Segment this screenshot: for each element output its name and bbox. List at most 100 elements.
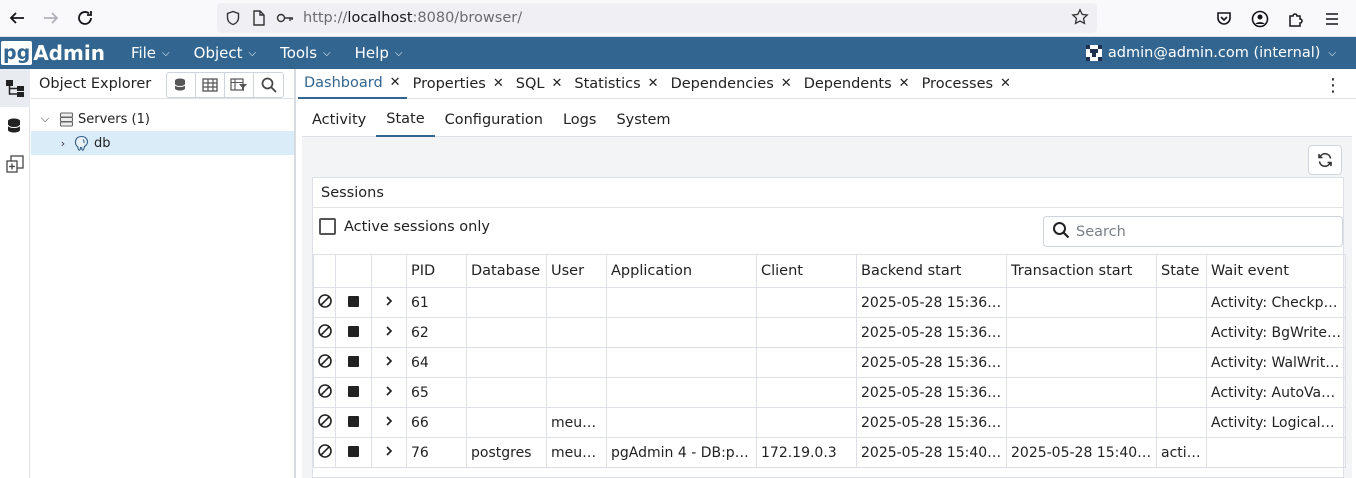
- col-client[interactable]: Client: [756, 254, 857, 288]
- terminate-session-button[interactable]: [313, 287, 336, 318]
- pocket-button[interactable]: [1206, 2, 1242, 36]
- table-row: 62 2025-05-28 15:36:11... Activity: BgWrit…: [313, 317, 1346, 348]
- menu-object-label: Object: [193, 44, 243, 62]
- terminate-session-button[interactable]: [313, 407, 336, 438]
- tab-properties[interactable]: Properties ✕: [407, 69, 510, 99]
- tab-dependencies[interactable]: Dependencies ✕: [665, 69, 798, 99]
- menu-file[interactable]: File ⌵: [119, 37, 182, 69]
- cell-user: [546, 287, 607, 318]
- account-button[interactable]: [1242, 2, 1278, 36]
- tree-icon: [6, 80, 24, 97]
- tab-processes[interactable]: Processes ✕: [916, 69, 1017, 99]
- search-objects-button[interactable]: [254, 73, 283, 97]
- user-email: admin@admin.com (internal): [1107, 45, 1321, 61]
- close-icon[interactable]: ✕: [781, 76, 792, 91]
- col-database[interactable]: Database: [466, 254, 547, 288]
- chevron-down-icon: ⌵: [323, 47, 331, 59]
- refresh-button[interactable]: [1308, 145, 1342, 175]
- expand-row-button[interactable]: [371, 437, 407, 468]
- col-pid[interactable]: PID: [406, 254, 467, 288]
- shield-icon[interactable]: [223, 8, 243, 28]
- close-icon[interactable]: ✕: [899, 76, 910, 91]
- chevron-right-icon[interactable]: ›: [55, 137, 71, 150]
- active-sessions-checkbox[interactable]: [319, 218, 336, 235]
- user-menu[interactable]: admin@admin.com (internal) ⌵: [1085, 37, 1336, 69]
- search-icon: [1052, 221, 1070, 243]
- extensions-button[interactable]: [1278, 2, 1314, 36]
- workspace-database[interactable]: [0, 107, 30, 145]
- tab-dashboard[interactable]: Dashboard ✕: [298, 69, 407, 99]
- close-icon[interactable]: ✕: [390, 75, 401, 90]
- col-backend-start[interactable]: Backend start: [856, 254, 1007, 288]
- sessions-search[interactable]: [1043, 216, 1343, 247]
- chevron-right-icon: [386, 295, 393, 306]
- expand-row-button[interactable]: [371, 287, 407, 318]
- chevron-down-icon: ⌵: [394, 47, 403, 59]
- chevron-down-icon[interactable]: ⌵: [37, 112, 53, 126]
- expand-row-button[interactable]: [371, 377, 407, 408]
- refresh-icon: [1318, 152, 1332, 168]
- cancel-query-button[interactable]: [335, 377, 372, 408]
- close-icon[interactable]: ✕: [493, 76, 504, 91]
- expand-row-button[interactable]: [371, 317, 407, 348]
- cancel-query-button[interactable]: [335, 287, 372, 318]
- close-icon[interactable]: ✕: [1000, 76, 1011, 91]
- query-tool-button[interactable]: [167, 73, 196, 97]
- address-bar[interactable]: http://localhost:8080/browser/: [217, 3, 1097, 33]
- cancel-query-button[interactable]: [335, 437, 372, 468]
- subtab-logs[interactable]: Logs: [553, 103, 606, 137]
- tab-statistics[interactable]: Statistics ✕: [568, 69, 664, 99]
- cancel-query-button[interactable]: [335, 347, 372, 378]
- subtab-state[interactable]: State: [376, 103, 435, 137]
- tree-item-servers-label: Servers (1): [78, 111, 150, 127]
- col-state[interactable]: State: [1156, 254, 1207, 288]
- cell-application: [606, 377, 757, 408]
- more-options-icon[interactable]: ⋮: [1324, 75, 1342, 96]
- tree-item-db[interactable]: › db: [31, 131, 294, 155]
- subtab-configuration[interactable]: Configuration: [435, 103, 553, 137]
- terminate-session-button[interactable]: [313, 347, 336, 378]
- cell-wait-event: Activity: Checkpoint...: [1206, 287, 1346, 318]
- page-icon[interactable]: [249, 8, 269, 28]
- terminate-session-button[interactable]: [313, 377, 336, 408]
- forward-button[interactable]: [34, 1, 68, 35]
- cancel-query-button[interactable]: [335, 407, 372, 438]
- menu-help[interactable]: Help ⌵: [343, 37, 415, 69]
- cell-backend-start: 2025-05-28 15:40:34...: [856, 437, 1007, 468]
- view-data-button[interactable]: [196, 73, 225, 97]
- close-icon[interactable]: ✕: [551, 76, 562, 91]
- sessions-table-body: 61 2025-05-28 15:36:11... Activity: Checkp…: [313, 287, 1346, 468]
- terminate-session-button[interactable]: [313, 437, 336, 468]
- menu-button[interactable]: [1314, 2, 1350, 36]
- key-icon[interactable]: [275, 8, 295, 28]
- cell-application: pgAdmin 4 - DB:post...: [606, 437, 757, 468]
- subtab-activity[interactable]: Activity: [302, 103, 376, 137]
- workspace-query-tool[interactable]: [0, 145, 30, 183]
- tree-item-servers[interactable]: ⌵ Servers (1): [31, 107, 294, 131]
- bookmark-star-icon[interactable]: [1071, 8, 1089, 30]
- back-button[interactable]: [0, 1, 34, 35]
- reload-button[interactable]: [68, 1, 102, 35]
- col-application[interactable]: Application: [606, 254, 757, 288]
- col-wait-event[interactable]: Wait event: [1206, 254, 1346, 288]
- cell-state: [1156, 287, 1207, 318]
- col-user[interactable]: User: [546, 254, 607, 288]
- active-sessions-toggle[interactable]: Active sessions only: [319, 218, 490, 235]
- tab-dependents[interactable]: Dependents ✕: [798, 69, 916, 99]
- cell-backend-start: 2025-05-28 15:36:11...: [856, 317, 1007, 348]
- expand-row-button[interactable]: [371, 347, 407, 378]
- menu-object[interactable]: Object ⌵: [182, 37, 268, 69]
- sessions-search-input[interactable]: [1076, 223, 1316, 240]
- object-explorer-toggle[interactable]: [0, 69, 30, 107]
- expand-row-button[interactable]: [371, 407, 407, 438]
- menu-tools[interactable]: Tools ⌵: [268, 37, 343, 69]
- subtab-system[interactable]: System: [606, 103, 680, 137]
- reload-icon: [78, 11, 92, 25]
- cancel-query-button[interactable]: [335, 317, 372, 348]
- filtered-rows-button[interactable]: [225, 73, 254, 97]
- close-icon[interactable]: ✕: [648, 76, 659, 91]
- col-transaction-start[interactable]: Transaction start: [1006, 254, 1157, 288]
- tab-sql[interactable]: SQL ✕: [510, 69, 569, 99]
- cell-pid: 61: [406, 287, 467, 318]
- terminate-session-button[interactable]: [313, 317, 336, 348]
